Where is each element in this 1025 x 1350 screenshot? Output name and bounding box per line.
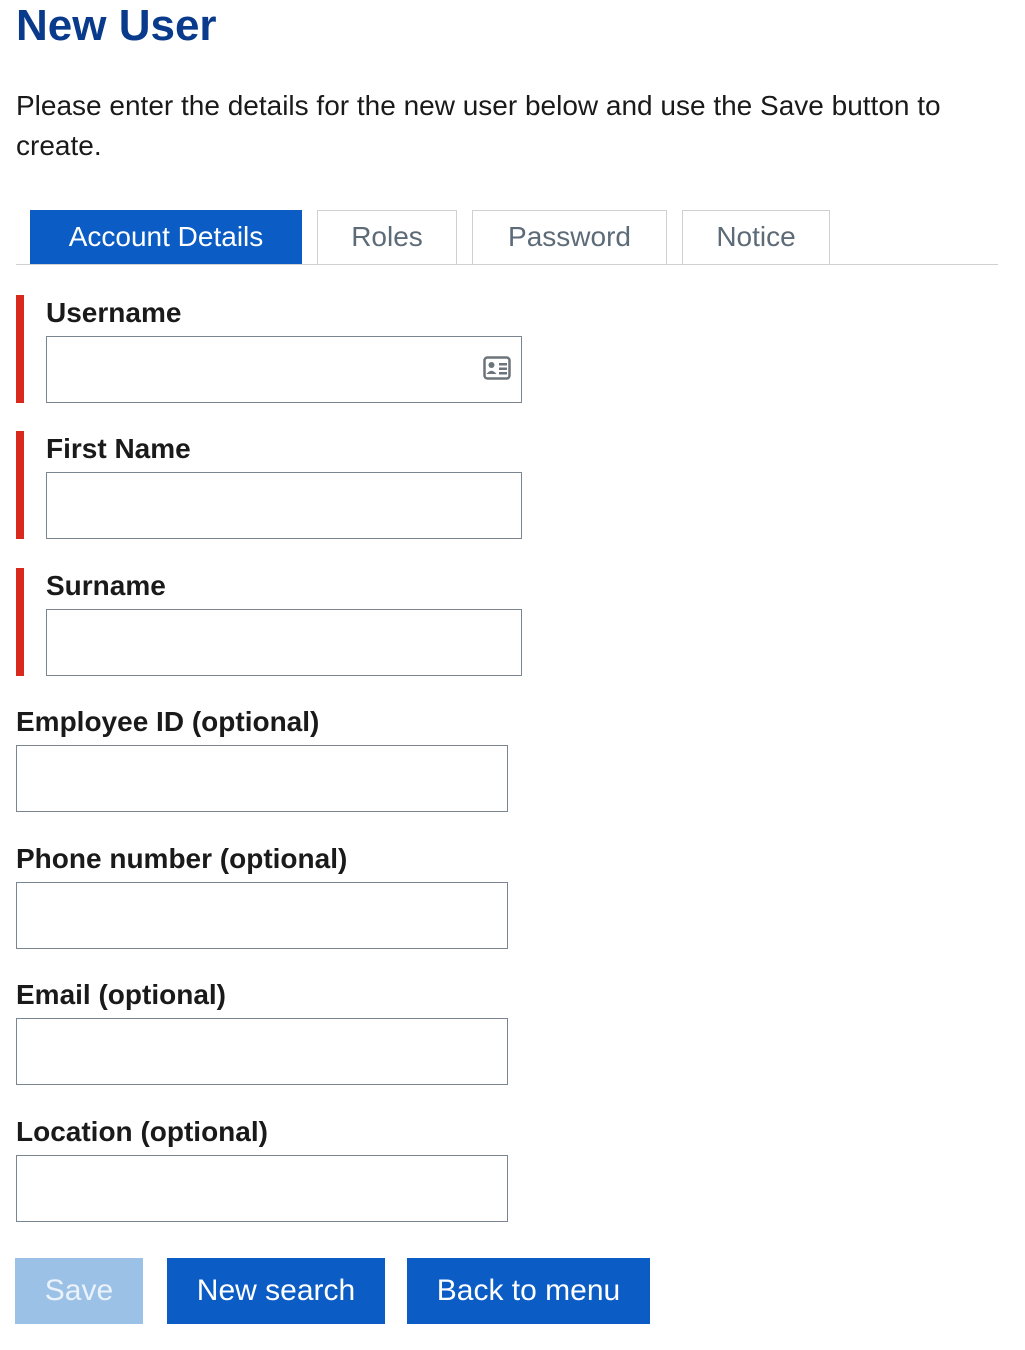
email-input[interactable] [16,1018,508,1085]
tab-password[interactable]: Password [472,210,667,264]
required-marker [16,568,24,676]
employee-id-input[interactable] [16,745,508,812]
page-title: New User [16,1,217,50]
location-input[interactable] [16,1155,508,1222]
first-name-input[interactable] [46,472,522,539]
location-label: Location (optional) [16,1116,268,1147]
email-label: Email (optional) [16,979,226,1010]
back-to-menu-button[interactable]: Back to menu [407,1258,650,1324]
username-input[interactable] [46,336,522,403]
save-button[interactable]: Save [15,1258,143,1324]
surname-label: Surname [46,570,166,601]
first-name-label: First Name [46,433,191,464]
surname-input[interactable] [46,609,522,676]
phone-label: Phone number (optional) [16,843,348,874]
intro-text: Please enter the details for the new use… [16,90,941,161]
username-label: Username [46,297,182,328]
new-search-button[interactable]: New search [167,1258,385,1324]
contact-card-icon[interactable] [483,356,511,380]
tab-account-details[interactable]: Account Details [30,210,302,264]
tab-roles[interactable]: Roles [317,210,457,264]
phone-input[interactable] [16,882,508,949]
tab-bar: Account Details Roles Password Notice [16,210,998,265]
employee-id-label: Employee ID (optional) [16,706,320,737]
required-marker [16,431,24,539]
required-marker [16,295,24,403]
tab-notice[interactable]: Notice [682,210,830,264]
